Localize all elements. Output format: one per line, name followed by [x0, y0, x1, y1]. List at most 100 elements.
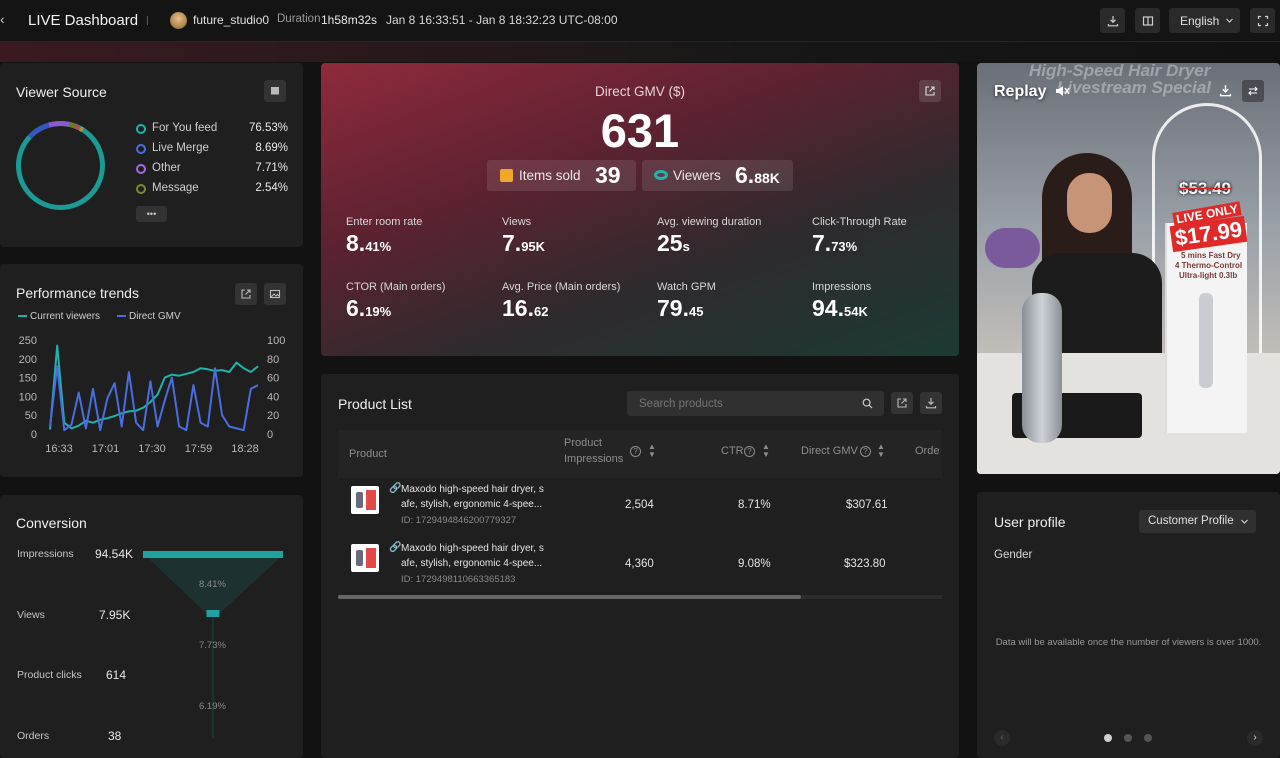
- divider: [147, 16, 148, 25]
- product-id: ID: 1729498110663365183: [401, 574, 516, 585]
- swap-button[interactable]: [1242, 80, 1264, 102]
- metric-value-small: s: [682, 239, 690, 254]
- series-line-direct-gmv: [49, 365, 259, 432]
- user-profile-panel: User profile Customer Profile Gender Dat…: [977, 492, 1280, 758]
- legend-dot-icon: [136, 144, 146, 154]
- download-button[interactable]: [1100, 8, 1125, 33]
- header-glow: [0, 42, 1280, 62]
- col-product: Product: [349, 448, 387, 460]
- metric-card: Click-Through Rate 7.73%: [812, 216, 959, 257]
- product-export-button[interactable]: [891, 392, 913, 414]
- legend-label: Direct GMV: [129, 311, 181, 322]
- box-feature-3: Ultra-light 0.3lb: [1179, 271, 1238, 280]
- x-tick: 17:01: [92, 443, 120, 455]
- legend-dot-icon: [136, 124, 146, 134]
- box-feature-1: 5 mins Fast Dry: [1181, 251, 1241, 260]
- metric-label: Views: [502, 216, 532, 228]
- sort-icon[interactable]: ▲ ▼: [877, 443, 885, 459]
- carousel-prev-button[interactable]: ‹: [994, 730, 1010, 746]
- help-icon[interactable]: ?: [860, 446, 871, 457]
- y-tick-left: 0: [31, 429, 37, 441]
- metric-value: 79.45: [657, 295, 807, 322]
- help-icon[interactable]: ?: [744, 446, 755, 457]
- stage-views-value: 7.95K: [99, 608, 131, 622]
- product-thumbnail: [351, 544, 379, 572]
- product-download-button[interactable]: [920, 392, 942, 414]
- legend-swatch: [117, 315, 126, 318]
- carousel-dot[interactable]: [1144, 734, 1152, 742]
- legend-dot-icon: [136, 184, 146, 194]
- carousel-next-button[interactable]: ›: [1247, 730, 1263, 746]
- product-box-dryer: [1199, 293, 1213, 388]
- old-price: $53.49: [1179, 179, 1231, 198]
- rate-1: 8.41%: [199, 579, 226, 590]
- scrollbar-thumb[interactable]: [338, 595, 801, 599]
- product-ctr: 9.08%: [738, 558, 771, 570]
- legend-dot-icon: [136, 164, 146, 174]
- split-view-icon: [1142, 15, 1153, 26]
- carousel-dot[interactable]: [1124, 734, 1132, 742]
- product-id: ID: 1729494846200779327: [401, 515, 517, 526]
- x-tick: 18:28: [231, 443, 259, 455]
- table-row[interactable]: 🔗 Maxodo high-speed hair dryer, s afe, s…: [338, 478, 942, 538]
- gmv-export-button[interactable]: [919, 80, 941, 102]
- help-icon[interactable]: ?: [630, 446, 641, 457]
- items-sold-label: Items sold: [519, 168, 581, 183]
- sort-icon[interactable]: ▲ ▼: [762, 443, 770, 459]
- y-tick-left: 250: [19, 335, 37, 347]
- performance-image-button[interactable]: [264, 283, 286, 305]
- search-input[interactable]: [627, 391, 857, 416]
- metric-card: Avg. Price (Main orders) 16.62: [502, 281, 652, 322]
- gmv-title: Direct GMV ($): [594, 84, 685, 99]
- metric-card: Watch GPM 79.45: [657, 281, 807, 322]
- customer-profile-select[interactable]: Customer Profile: [1139, 510, 1256, 533]
- col-impressions-line1: Product: [564, 437, 602, 449]
- time-range: Jan 8 16:33:51 - Jan 8 18:32:23 UTC-08:0…: [386, 13, 618, 27]
- product-name-line1[interactable]: Maxodo high-speed hair dryer, s: [401, 543, 544, 554]
- product-impressions: 2,504: [625, 499, 654, 511]
- horizontal-scrollbar[interactable]: [338, 595, 942, 599]
- y-tick-right: 0: [267, 429, 273, 441]
- y-tick-left: 100: [19, 391, 37, 403]
- mute-icon[interactable]: [1054, 84, 1070, 98]
- search-icon[interactable]: [862, 398, 873, 409]
- metric-value: 7.73%: [812, 230, 959, 257]
- language-select[interactable]: English: [1169, 8, 1240, 33]
- video-download-icon[interactable]: [1219, 84, 1232, 97]
- availability-notice: Data will be available once the number o…: [995, 637, 1262, 648]
- items-sold-chip: Items sold 39: [487, 160, 636, 191]
- stage-orders-value: 38: [108, 729, 122, 743]
- funnel-bar-impressions: [143, 551, 283, 558]
- metric-value-main: 6.: [346, 295, 366, 321]
- viewer-source-item: Live Merge 8.69%: [136, 142, 288, 156]
- product-name-line2[interactable]: afe, stylish, ergonomic 4-spee...: [401, 499, 542, 510]
- carousel-dot-active[interactable]: [1104, 734, 1112, 742]
- product-name-line1[interactable]: Maxodo high-speed hair dryer, s: [401, 484, 544, 495]
- viewer-source-item: Other 7.71%: [136, 162, 288, 176]
- back-icon[interactable]: ‹: [0, 11, 5, 27]
- y-tick-right: 100: [267, 335, 285, 347]
- metric-card: Avg. viewing duration 25s: [657, 216, 807, 257]
- customer-profile-label: Customer Profile: [1148, 515, 1234, 527]
- viewer-source-label: Live Merge: [152, 142, 209, 154]
- viewers-chip: Viewers 6.88K: [642, 160, 793, 191]
- metric-value: 6.19%: [346, 295, 496, 322]
- search-box[interactable]: [627, 391, 884, 416]
- fullscreen-button[interactable]: [1250, 8, 1275, 33]
- sort-icon[interactable]: ▲ ▼: [648, 443, 656, 459]
- dashboard-title: LIVE Dashboard: [28, 12, 139, 29]
- stage-impressions-value: 94.54K: [95, 547, 134, 561]
- performance-export-button[interactable]: [235, 283, 257, 305]
- viewers-value-main: 6.: [735, 162, 755, 188]
- layout-button[interactable]: [1135, 8, 1160, 33]
- replay-panel: High-Speed Hair Dryer Livestream Special…: [977, 63, 1280, 474]
- more-button[interactable]: •••: [136, 206, 167, 222]
- viewer-source-detail-button[interactable]: [264, 80, 286, 102]
- video-frame[interactable]: High-Speed Hair Dryer Livestream Special…: [977, 63, 1280, 474]
- link-icon[interactable]: 🔗: [389, 542, 401, 553]
- product-name-line2[interactable]: afe, stylish, ergonomic 4-spee...: [401, 558, 542, 569]
- download-icon: [1107, 15, 1118, 26]
- metric-value-main: 94.: [812, 295, 844, 321]
- link-icon[interactable]: 🔗: [389, 483, 401, 494]
- table-row[interactable]: 🔗 Maxodo high-speed hair dryer, s afe, s…: [338, 538, 942, 598]
